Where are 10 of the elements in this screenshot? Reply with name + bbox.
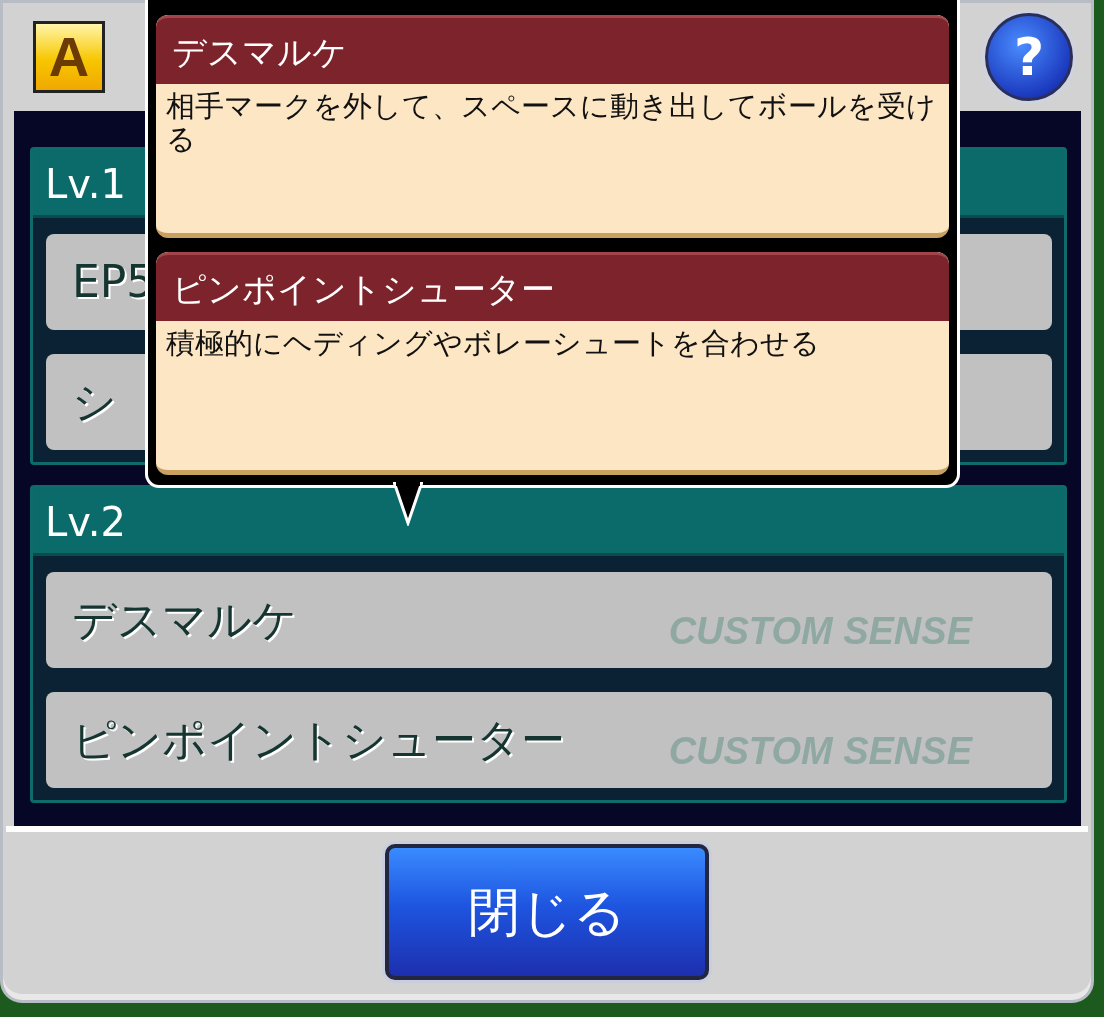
close-button[interactable]: 閉じる <box>385 844 709 980</box>
rank-badge: A <box>33 21 105 93</box>
skill-name: デスマルケ <box>72 593 297 647</box>
card-description: 積極的にヘディングやボレーシュートを合わせる <box>165 325 821 362</box>
help-button[interactable]: ? <box>985 13 1073 101</box>
skill-name: ピンポイントシューター <box>72 713 565 767</box>
level-header: Lv.2 <box>33 488 1064 556</box>
card-title: ピンポイントシューター <box>156 252 949 321</box>
skill-name: シ <box>72 375 117 429</box>
card-title: デスマルケ <box>156 15 949 84</box>
